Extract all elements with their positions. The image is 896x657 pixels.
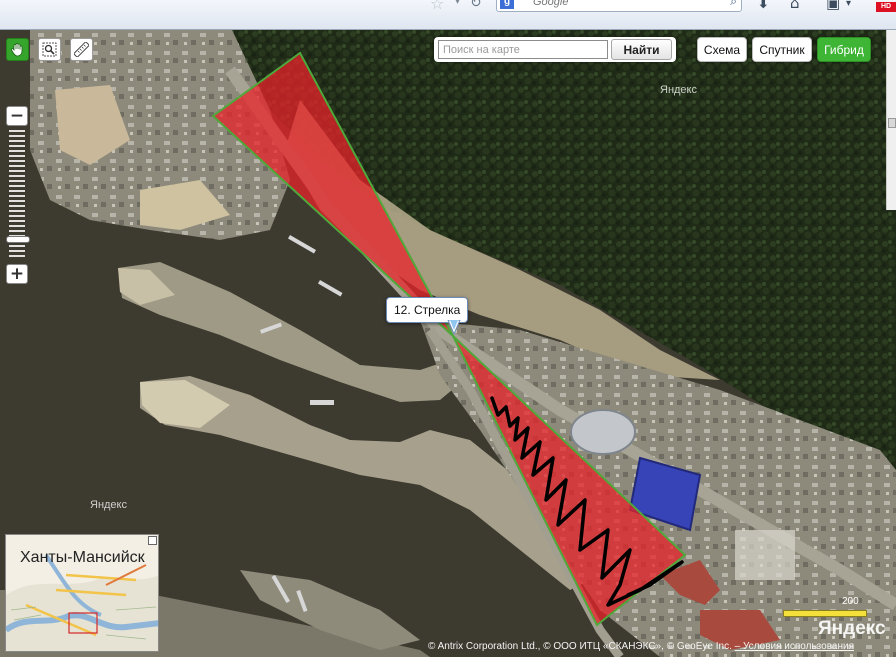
map-search-box: Найти [434, 37, 676, 62]
search-engine-logo[interactable]: g [500, 0, 514, 9]
copyright-antrix: © Antrix Corporation Ltd., [428, 641, 541, 652]
plus-icon: + [9, 264, 25, 284]
map-view[interactable]: Найти Схема Спутник Гибрид − + 12. Стрел… [0, 30, 896, 657]
placemark-text: 12. Стрелка [394, 303, 461, 317]
home-icon[interactable]: ⌂ [790, 0, 800, 12]
zoom-out-button[interactable]: − [6, 106, 28, 126]
placemark-pointer-icon [447, 320, 461, 336]
copyright-line: © Antrix Corporation Ltd., © ООО ИТЦ «СК… [428, 641, 854, 652]
zoom-slider-handle[interactable] [6, 236, 30, 243]
terms-link[interactable]: – Условия использования [735, 641, 854, 652]
copyright-geoeye: © GeoEye Inc. [666, 641, 732, 652]
ruler-tool-button[interactable] [70, 38, 93, 61]
ruler-icon [74, 42, 89, 57]
scale-bar [783, 610, 867, 617]
drag-tool-button[interactable] [6, 38, 29, 61]
copyright-itc: © ООО ИТЦ «СКАНЭКС», [543, 641, 664, 652]
map-watermark: Яндекс [660, 84, 697, 96]
browser-search-field[interactable]: g Google ⌕ [496, 0, 742, 12]
reload-icon[interactable]: ↻ [470, 0, 482, 11]
browser-toolbar: ☆ ▾ ↻ g Google ⌕ ⬇ ⌂ ▣ ▾ HD [0, 0, 896, 30]
download-icon[interactable]: ⬇ [757, 0, 770, 12]
layer-scheme-button[interactable]: Схема [697, 37, 747, 62]
bookmark-star-icon[interactable]: ☆ [430, 0, 444, 13]
layer-satellite-button[interactable]: Спутник [752, 37, 812, 62]
zoom-area-tool-button[interactable] [38, 38, 61, 61]
hd-badge: HD [876, 2, 896, 12]
layer-hybrid-button[interactable]: Гибрид [817, 37, 871, 62]
scrollbar-thumb[interactable] [888, 118, 896, 128]
find-button[interactable]: Найти [611, 39, 672, 60]
minimap-city-label: Ханты-Мансийск [20, 549, 145, 566]
browser-search-placeholder: Google [533, 0, 569, 8]
zoom-in-button[interactable]: + [6, 264, 28, 284]
yandex-logo[interactable]: Яндекс [818, 618, 886, 640]
page-scrollbar[interactable] [886, 30, 896, 210]
minus-icon: − [9, 106, 25, 126]
dropdown-arrow-icon[interactable]: ▾ [455, 0, 460, 7]
minimap-collapse-button[interactable] [148, 536, 157, 545]
zoom-control: − + [6, 106, 30, 286]
map-search-input[interactable] [438, 40, 608, 59]
search-icon[interactable]: ⌕ [730, 0, 737, 9]
map-watermark: Яндекс [90, 499, 127, 511]
hand-icon [11, 43, 23, 57]
overview-minimap[interactable]: Ханты-Мансийск [5, 534, 159, 652]
magnifier-icon [42, 42, 57, 57]
bookmarks-icon[interactable]: ▣ [826, 0, 840, 12]
chevron-down-icon[interactable]: ▾ [846, 0, 851, 9]
scale-label: 200 [842, 596, 859, 607]
